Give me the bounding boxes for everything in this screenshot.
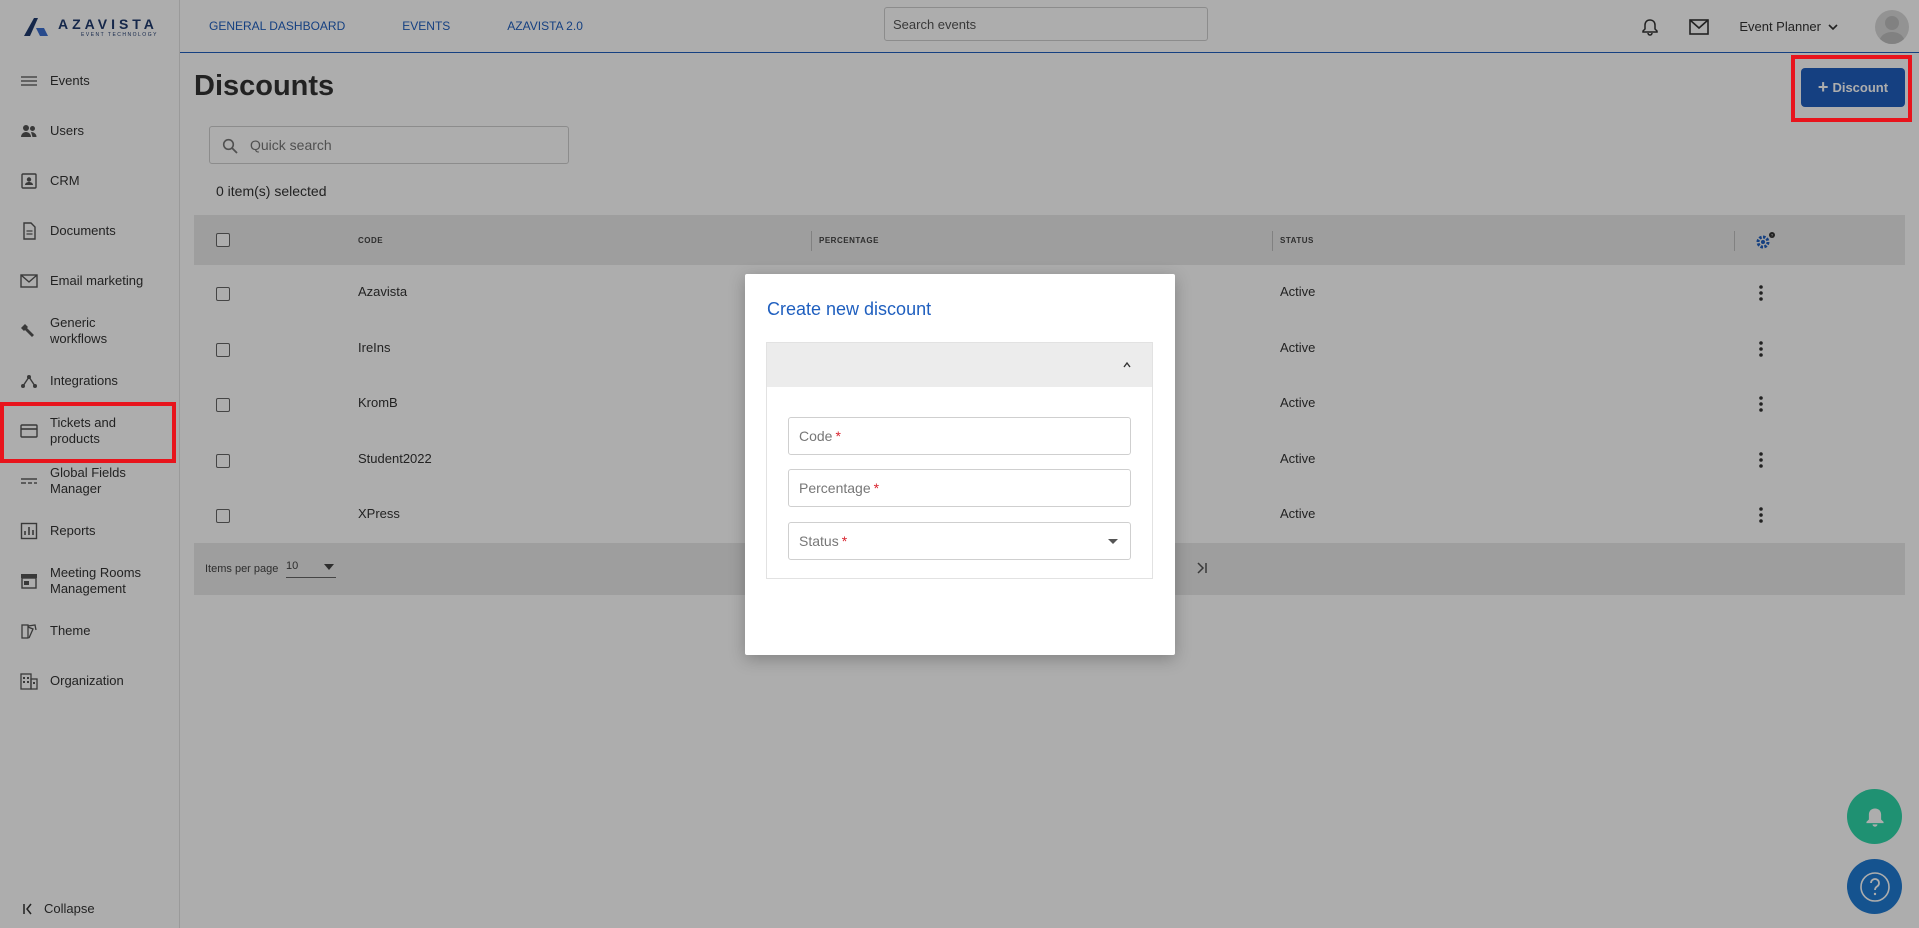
code-field-label: Code: [799, 428, 833, 444]
chevron-up-icon[interactable]: [1122, 360, 1132, 370]
percentage-field-label: Percentage: [799, 480, 871, 496]
percentage-field[interactable]: Percentage *: [788, 469, 1131, 507]
status-select[interactable]: Status *: [788, 522, 1131, 560]
status-select-label: Status: [799, 533, 839, 549]
required-mark: *: [841, 533, 848, 549]
modal-title: Create new discount: [767, 299, 932, 319]
required-mark: *: [873, 480, 880, 496]
section-header[interactable]: [767, 343, 1152, 387]
required-mark: *: [835, 428, 841, 444]
form-section: Code * Percentage * Status *: [766, 342, 1153, 579]
code-field[interactable]: Code *: [788, 417, 1131, 455]
dropdown-arrow-icon: [1108, 539, 1118, 544]
create-discount-modal: Create new discount Code * Percentage * St…: [745, 274, 1175, 655]
